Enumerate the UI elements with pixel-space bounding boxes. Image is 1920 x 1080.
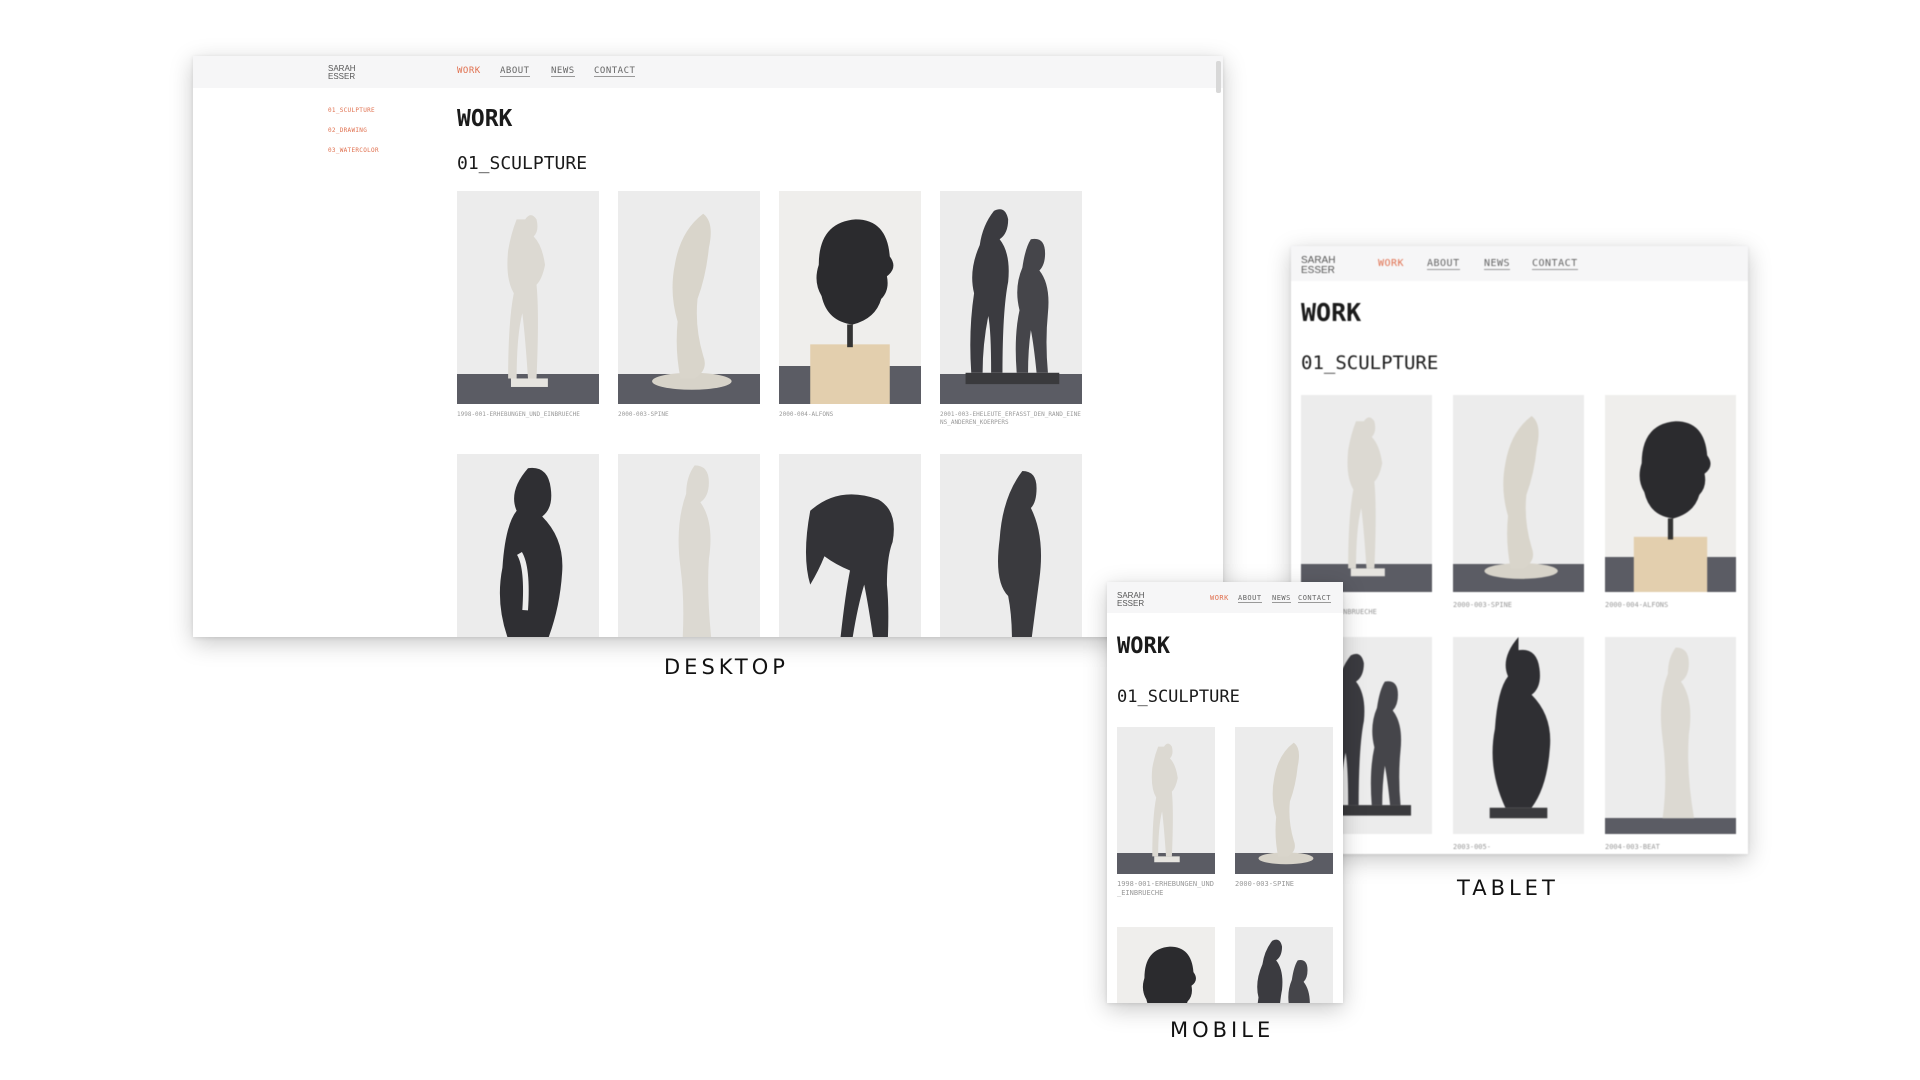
sidebar-item-drawing[interactable]: 02_DRAWING <box>328 127 367 134</box>
sidebar-item-sculpture[interactable]: 01_SCULPTURE <box>328 107 375 114</box>
label-tablet: TABLET <box>1457 876 1559 900</box>
work-caption: 2000-003-SPINE <box>1453 601 1513 609</box>
sculpture-figure-icon <box>499 467 563 637</box>
nav-contact[interactable]: CONTACT <box>1298 594 1332 603</box>
nav-work[interactable]: WORK <box>1210 594 1229 602</box>
work-thumb[interactable] <box>618 191 760 404</box>
section-title: 01_SCULPTURE <box>457 153 588 174</box>
tablet-header: SARAH ESSER WORK ABOUT NEWS CONTACT <box>1291 246 1748 281</box>
work-caption: 2001-003-EHELEUTE_ERFASST_DEN_RAND_EINEN… <box>940 411 1081 426</box>
label-mobile: MOBILE <box>1170 1018 1275 1042</box>
nav-contact[interactable]: CONTACT <box>594 66 636 77</box>
page-title: WORK <box>1117 634 1170 659</box>
sidebar-item-watercolor[interactable]: 03_WATERCOLOR <box>328 147 379 154</box>
sculpture-couple-icon <box>1257 939 1310 1003</box>
work-caption: 2000-003-SPINE <box>618 411 669 418</box>
work-thumb[interactable] <box>1605 637 1736 834</box>
nav-news[interactable]: NEWS <box>1484 258 1511 270</box>
mobile-preview: SARAH ESSER WORK ABOUT NEWS CONTACT WORK… <box>1107 582 1343 1003</box>
work-thumb[interactable] <box>1235 727 1333 874</box>
sculpture-figure-icon <box>652 213 732 390</box>
work-thumb[interactable] <box>457 191 599 404</box>
nav-contact[interactable]: CONTACT <box>1532 258 1578 270</box>
sculpture-figure-icon <box>998 471 1041 637</box>
nav-work[interactable]: WORK <box>1378 258 1404 269</box>
sculpture-figure-icon <box>1660 647 1695 819</box>
sculpture-figure-icon <box>1347 417 1385 577</box>
desktop-preview: SARAH ESSER WORK ABOUT NEWS CONTACT 01_S… <box>193 56 1223 637</box>
work-thumb[interactable] <box>1605 395 1736 592</box>
bust-head-icon <box>810 219 894 404</box>
work-thumb[interactable] <box>1235 927 1333 1003</box>
tablet-preview: SARAH ESSER WORK ABOUT NEWS CONTACT WORK… <box>1291 246 1748 854</box>
work-thumb[interactable] <box>779 191 921 404</box>
nav-about[interactable]: ABOUT <box>500 66 530 77</box>
work-thumb[interactable] <box>1301 395 1432 592</box>
work-caption: 2000-004-ALFONS <box>1605 601 1669 609</box>
bust-head-icon <box>1633 421 1711 592</box>
section-title: 01_SCULPTURE <box>1117 687 1240 707</box>
sculpture-figure-icon <box>1489 637 1551 819</box>
bust-head-icon <box>1142 946 1196 1003</box>
sculpture-figure-icon <box>678 465 712 637</box>
work-caption: 1998-001-ERHEBUNGEN_UND_EINBRUECHE <box>1117 880 1214 897</box>
scrollbar[interactable] <box>1216 61 1221 93</box>
work-thumb[interactable] <box>1453 395 1584 592</box>
nav-about[interactable]: ABOUT <box>1427 258 1460 270</box>
work-caption: 2003-005- <box>1453 843 1491 851</box>
work-thumb[interactable] <box>457 454 599 637</box>
sculpture-figure-icon <box>806 494 894 637</box>
desktop-header: SARAH ESSER WORK ABOUT NEWS CONTACT <box>193 56 1223 88</box>
work-caption: 2000-004-ALFONS <box>779 411 834 418</box>
work-caption: 1998-001-ERHEBUNGEN_UND_EINBRUECHE <box>457 411 580 418</box>
sculpture-figure-icon <box>1258 742 1314 865</box>
work-thumb[interactable] <box>1117 727 1215 874</box>
brand-logo[interactable]: SARAH ESSER <box>1117 592 1145 608</box>
work-caption: 2004-003-BEAT <box>1605 843 1660 851</box>
sculpture-figure-icon <box>507 215 548 387</box>
sculpture-couple-icon <box>965 209 1060 385</box>
work-thumb[interactable] <box>1453 637 1584 834</box>
nav-news[interactable]: NEWS <box>1272 594 1291 603</box>
work-thumb[interactable] <box>940 454 1082 637</box>
work-caption: 2000-003-SPINE <box>1235 880 1295 888</box>
page-title: WORK <box>457 106 513 132</box>
sculpture-figure-icon <box>1151 743 1180 863</box>
work-thumb[interactable] <box>1117 927 1215 1003</box>
mobile-header: SARAH ESSER WORK ABOUT NEWS CONTACT <box>1107 582 1343 613</box>
work-thumb[interactable] <box>779 454 921 637</box>
page-title: WORK <box>1301 298 1362 327</box>
sculpture-figure-icon <box>1484 416 1558 579</box>
work-thumb[interactable] <box>940 191 1082 404</box>
brand-logo[interactable]: SARAH ESSER <box>328 65 356 81</box>
brand-logo[interactable]: SARAH ESSER <box>1301 256 1335 276</box>
nav-work[interactable]: WORK <box>457 66 481 76</box>
section-title: 01_SCULPTURE <box>1301 352 1439 374</box>
work-thumb[interactable] <box>618 454 760 637</box>
nav-about[interactable]: ABOUT <box>1238 594 1262 603</box>
nav-news[interactable]: NEWS <box>551 66 575 77</box>
label-desktop: DESKTOP <box>664 655 789 679</box>
